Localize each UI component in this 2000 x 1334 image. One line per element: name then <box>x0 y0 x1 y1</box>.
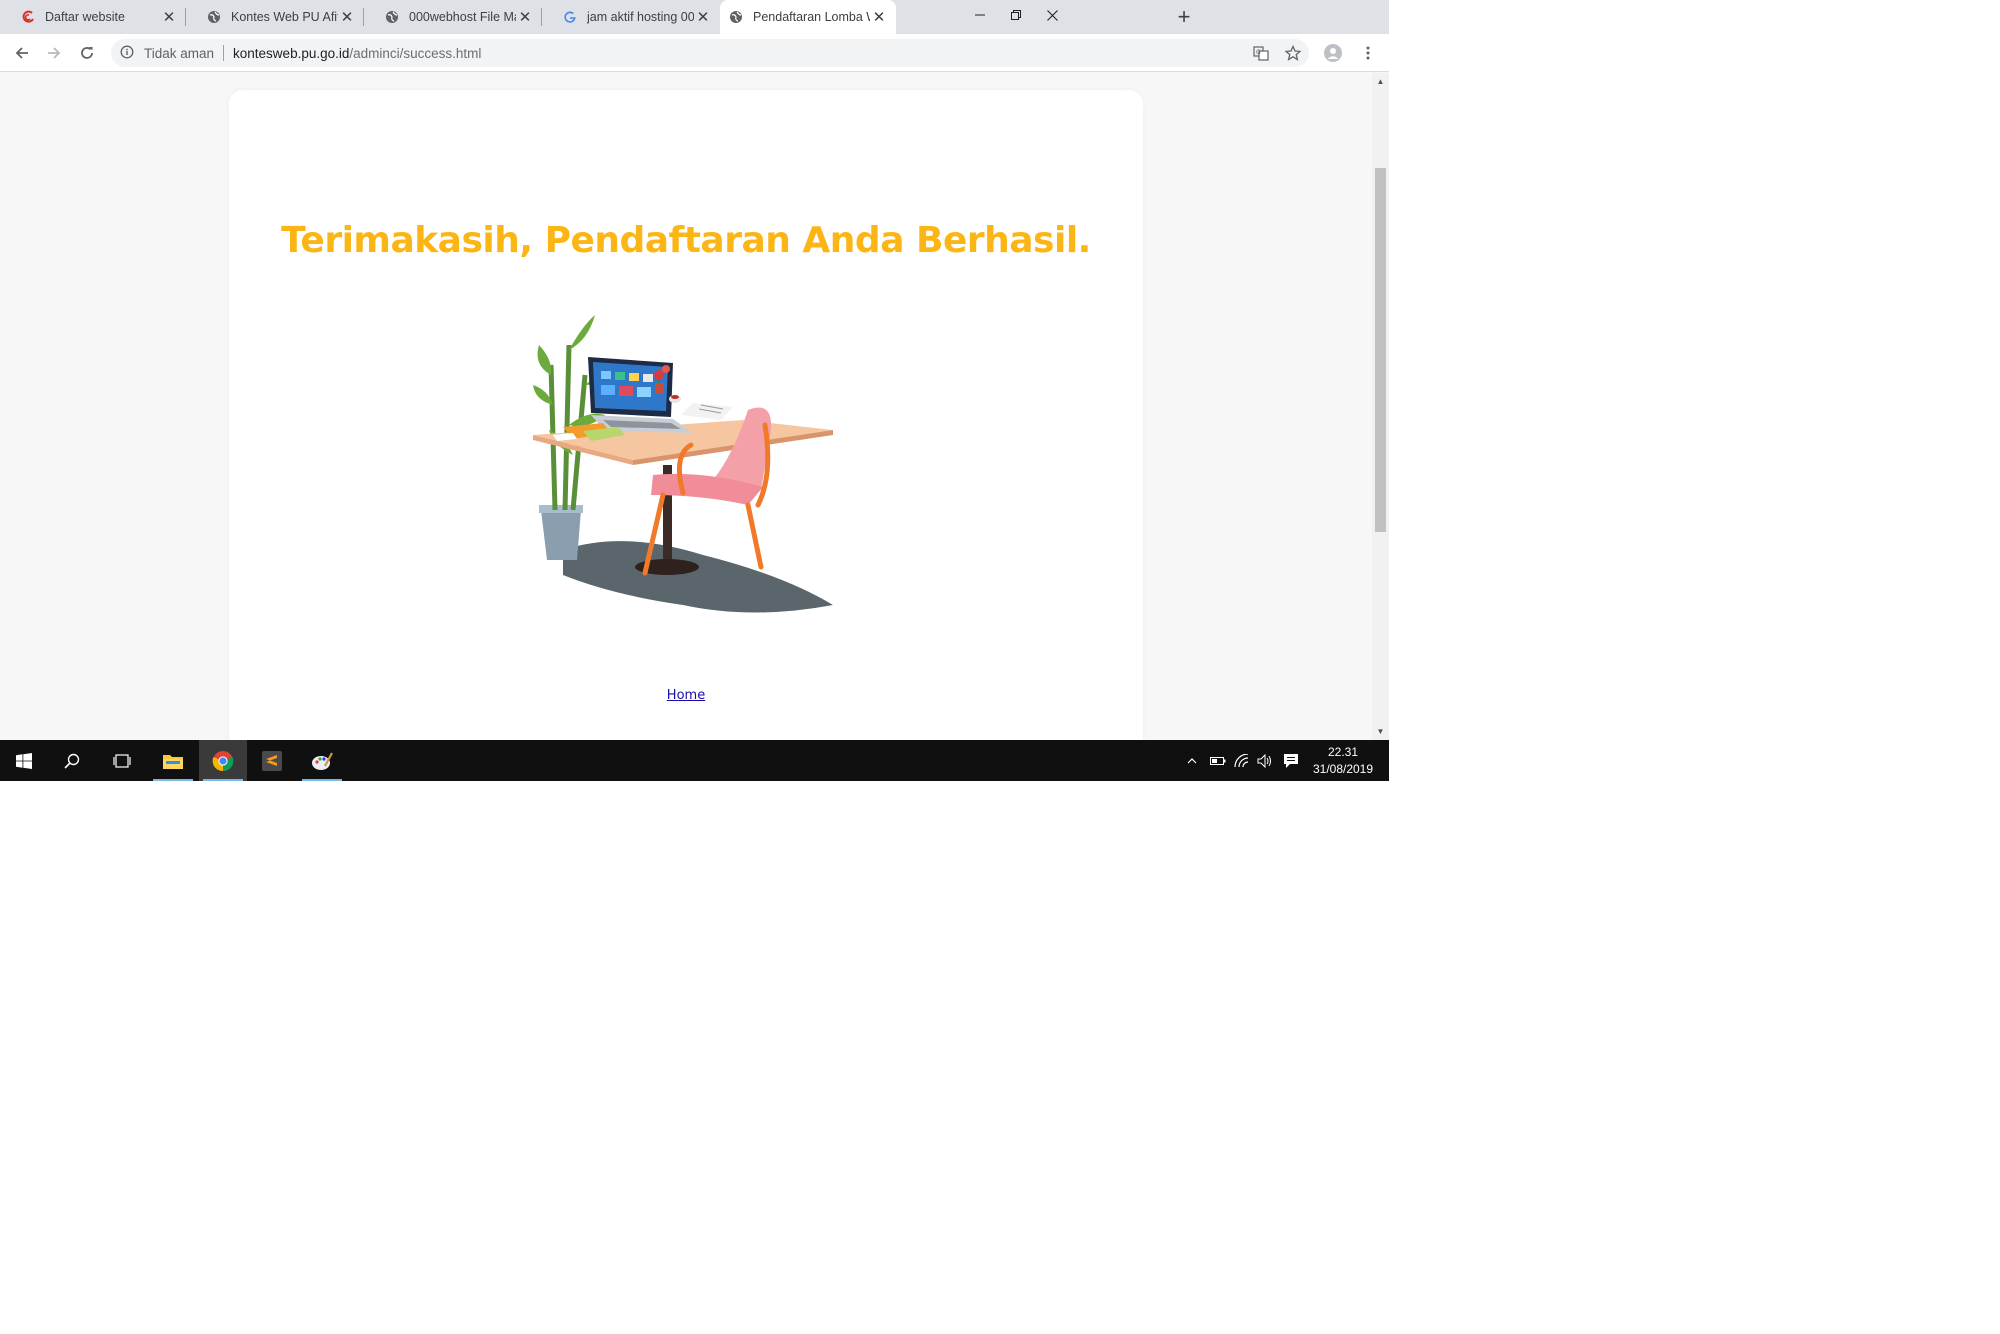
tab-close-icon[interactable]: ✕ <box>516 8 534 26</box>
tab-daftar-website[interactable]: Daftar website ✕ <box>0 0 186 34</box>
action-center-icon[interactable] <box>1282 752 1300 770</box>
tab-title: Pendaftaran Lomba Web Desig <box>753 10 870 24</box>
svg-text:G: G <box>1256 49 1261 56</box>
active-indicator <box>302 779 342 781</box>
screen: Daftar website ✕ Kontes Web PU Afif ✕ 00… <box>0 0 1389 781</box>
tab-title: Kontes Web PU Afif <box>231 10 338 24</box>
chrome-icon[interactable] <box>199 740 247 781</box>
red-swirl-icon <box>20 9 36 25</box>
home-link[interactable]: Home <box>667 688 705 703</box>
url-host: kontesweb.pu.go.id <box>233 45 350 61</box>
active-indicator <box>203 779 243 781</box>
task-view-icon[interactable] <box>98 740 146 781</box>
tab-kontes-web[interactable]: Kontes Web PU Afif ✕ <box>186 0 364 34</box>
tab-strip: Daftar website ✕ Kontes Web PU Afif ✕ 00… <box>0 0 1389 34</box>
scroll-down-arrow-icon[interactable]: ▼ <box>1372 723 1389 740</box>
clock-date: 31/08/2019 <box>1312 762 1374 776</box>
tab-file-manager[interactable]: 000webhost File Manager ✕ <box>364 0 542 34</box>
scrollbar-thumb[interactable] <box>1375 168 1386 532</box>
show-hidden-icons-chevron-icon[interactable] <box>1183 752 1201 770</box>
desk-laptop-chair-illustration <box>533 315 833 613</box>
globe-icon <box>206 9 222 25</box>
clock-time: 22.31 <box>1327 745 1359 759</box>
home-link-container: Home <box>229 686 1143 703</box>
windows-taskbar: 22.31 31/08/2019 <box>0 740 1389 781</box>
address-bar[interactable]: Tidak aman kontesweb.pu.go.id/adminci/su… <box>111 39 1309 67</box>
tab-title: jam aktif hosting 000webhost - <box>587 10 694 24</box>
vertical-scrollbar[interactable]: ▲ ▼ <box>1372 73 1389 740</box>
active-indicator <box>153 779 193 781</box>
wifi-icon[interactable] <box>1233 752 1251 770</box>
page-viewport: Terimakasih, Pendaftaran Anda Berhasil. <box>0 73 1372 740</box>
menu-dots-icon[interactable] <box>1358 43 1378 63</box>
tab-close-icon[interactable]: ✕ <box>870 8 888 26</box>
battery-icon[interactable] <box>1209 752 1227 770</box>
info-icon[interactable] <box>120 45 136 61</box>
translate-icon[interactable]: G <box>1251 43 1271 63</box>
globe-icon <box>728 9 744 25</box>
search-icon[interactable] <box>48 740 96 781</box>
system-clock[interactable]: 22.31 31/08/2019 <box>1306 744 1380 778</box>
volume-icon[interactable] <box>1256 752 1274 770</box>
tab-title: 000webhost File Manager <box>409 10 516 24</box>
close-window-icon[interactable] <box>1029 0 1075 30</box>
content-card: Terimakasih, Pendaftaran Anda Berhasil. <box>229 90 1143 740</box>
bookmark-star-icon[interactable] <box>1283 43 1303 63</box>
start-icon[interactable] <box>0 740 48 781</box>
security-label[interactable]: Tidak aman <box>144 46 214 61</box>
globe-icon <box>384 9 400 25</box>
back-arrow-icon[interactable] <box>8 39 36 67</box>
url-path: /adminci/success.html <box>349 45 482 61</box>
tab-close-icon[interactable]: ✕ <box>338 8 356 26</box>
new-tab-button[interactable]: + <box>1171 6 1197 28</box>
address-divider <box>223 45 225 61</box>
reload-icon[interactable] <box>73 39 101 67</box>
page-heading: Terimakasih, Pendaftaran Anda Berhasil. <box>281 220 1091 261</box>
tab-close-icon[interactable]: ✕ <box>160 8 178 26</box>
google-icon <box>562 9 578 25</box>
tab-google-search[interactable]: jam aktif hosting 000webhost - ✕ <box>542 0 720 34</box>
file-explorer-icon[interactable] <box>149 740 197 781</box>
tab-close-icon[interactable]: ✕ <box>694 8 712 26</box>
profile-avatar-icon[interactable] <box>1323 43 1343 63</box>
paint-icon[interactable] <box>298 740 346 781</box>
forward-arrow-icon[interactable] <box>40 39 68 67</box>
tab-pendaftaran[interactable]: Pendaftaran Lomba Web Desig ✕ <box>720 0 896 34</box>
tab-title: Daftar website <box>45 10 125 24</box>
browser-toolbar: Tidak aman kontesweb.pu.go.id/adminci/su… <box>0 34 1389 72</box>
scroll-up-arrow-icon[interactable]: ▲ <box>1372 73 1389 90</box>
sublime-text-icon[interactable] <box>248 740 296 781</box>
